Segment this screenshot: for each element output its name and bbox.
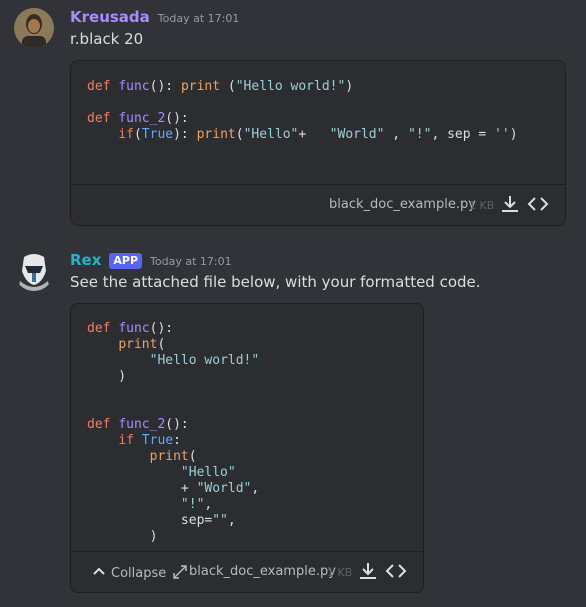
timestamp: Today at 17:01 — [150, 255, 232, 268]
collapse-button[interactable]: Collapse — [91, 563, 166, 583]
collapse-label: Collapse — [111, 565, 167, 581]
code-attachment: def func(): print( "Hello world!" ) def … — [70, 303, 424, 593]
app-badge: APP — [109, 253, 143, 269]
message-header: Rex APP Today at 17:01 — [70, 251, 232, 270]
attachment-filename[interactable]: black_doc_example.py — [189, 564, 336, 579]
attachment-footer: Collapse black_doc_example.py 1 KB — [71, 551, 423, 592]
download-icon[interactable] — [499, 193, 521, 215]
chevron-up-icon — [91, 563, 107, 583]
attachment-footer: black_doc_example.py 1 KB — [71, 184, 565, 225]
code-icon[interactable] — [527, 193, 549, 215]
code-attachment: def func(): print ("Hello world!") def f… — [70, 60, 566, 226]
attachment-size: 1 KB — [469, 199, 495, 212]
message-header: Kreusada Today at 17:01 — [70, 8, 239, 26]
download-icon[interactable] — [357, 560, 379, 582]
message-text: See the attached file below, with your f… — [70, 273, 481, 291]
code-preview: def func(): print( "Hello world!" ) def … — [87, 321, 260, 544]
code-preview: def func(): print ("Hello world!") def f… — [87, 79, 518, 142]
code-icon[interactable] — [385, 560, 407, 582]
attachment-filename[interactable]: black_doc_example.py — [329, 197, 476, 212]
expand-icon[interactable] — [173, 564, 187, 583]
avatar-rex[interactable] — [14, 251, 54, 291]
username[interactable]: Rex — [70, 251, 101, 269]
timestamp: Today at 17:01 — [157, 12, 240, 25]
message-text: r.black 20 — [70, 30, 144, 48]
username[interactable]: Kreusada — [70, 8, 150, 26]
attachment-size: 1 KB — [327, 566, 353, 579]
avatar-kreusada[interactable] — [14, 8, 54, 48]
